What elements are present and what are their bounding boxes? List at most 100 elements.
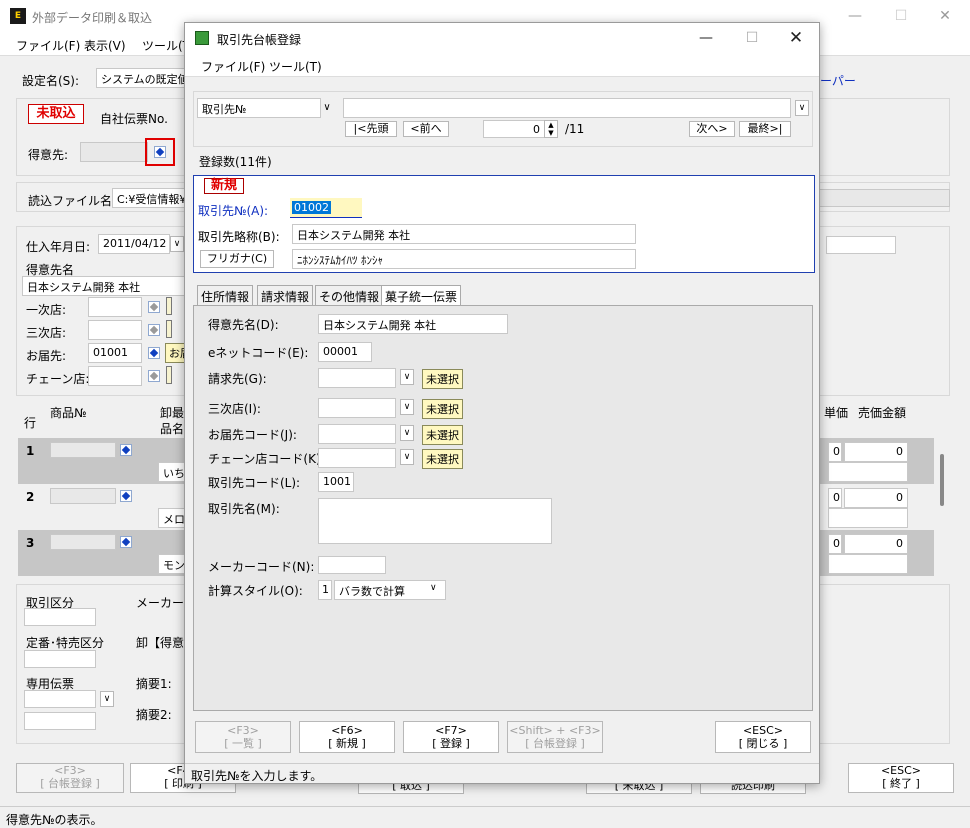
btn-label: [ 登録 ] xyxy=(432,737,470,750)
enet-field[interactable]: 00001 xyxy=(318,342,372,362)
kana-button[interactable]: フリガナ(C) xyxy=(200,250,274,268)
row-lookup-icon[interactable] xyxy=(120,536,132,548)
date-field[interactable]: 2011/04/12 xyxy=(98,234,170,254)
delivery-code-field[interactable] xyxy=(318,424,396,444)
last-record-button[interactable]: 最終>| xyxy=(739,121,791,137)
row-value-2: 0 xyxy=(844,534,908,554)
maximize-button[interactable]: ☐ xyxy=(878,1,924,31)
billing-dropdown-icon[interactable]: ∨ xyxy=(400,369,414,385)
footer-ledger-button[interactable]: <F3>[ 台帳登録 ] xyxy=(16,763,124,793)
maker-code-field[interactable] xyxy=(318,556,386,574)
chain-bar xyxy=(166,366,172,384)
row-lookup-icon[interactable] xyxy=(120,444,132,456)
fixed-special-field[interactable] xyxy=(24,650,96,668)
first-record-button[interactable]: |<先頭 xyxy=(345,121,397,137)
short-name-label: 取引先略称(B): xyxy=(198,230,280,244)
dialog-register-button[interactable]: <F7>[ 登録 ] xyxy=(403,721,499,753)
dialog-menu-file[interactable]: ファイル(F) xyxy=(201,58,265,75)
read-file-label: 読込ファイル名: xyxy=(28,194,117,208)
dedicated-slip-field-2[interactable] xyxy=(24,712,96,730)
id-label: 取引先№(A): xyxy=(198,204,269,218)
dialog-new-button[interactable]: <F6>[ 新規 ] xyxy=(299,721,395,753)
minimize-button[interactable]: — xyxy=(832,1,878,31)
btn-label: [ 台帳登録 ] xyxy=(525,737,585,750)
footer-label: [ 終了 ] xyxy=(882,777,920,790)
calc-num-field[interactable]: 1 xyxy=(318,580,332,600)
row-extra-field xyxy=(828,462,908,482)
link-text[interactable]: ーパー xyxy=(820,72,856,89)
tab-billing[interactable]: 請求情報 xyxy=(257,285,314,305)
next-record-button[interactable]: 次へ> xyxy=(689,121,735,137)
new-badge: 新規 xyxy=(204,178,244,194)
col-amount: 売価金額 xyxy=(858,406,907,420)
tertiary-store-field[interactable] xyxy=(88,320,142,340)
date-dropdown-icon[interactable]: ∨ xyxy=(170,236,184,252)
dialog-list-button[interactable]: <F3>[ 一覧 ] xyxy=(195,721,291,753)
chain-code-dropdown-icon[interactable]: ∨ xyxy=(400,449,414,465)
dialog-ledger-button[interactable]: <Shift> + <F3>[ 台帳登録 ] xyxy=(507,721,603,753)
dialog-titlebar: 取引先台帳登録 — ☐ ✕ xyxy=(185,23,819,53)
tab-confectionery[interactable]: 菓子統一伝票 xyxy=(381,285,462,307)
grid-scrollbar[interactable] xyxy=(940,454,944,506)
partner-code-field[interactable]: 1001 xyxy=(318,472,354,492)
dialog-minimize-button[interactable]: — xyxy=(683,23,729,53)
menu-view[interactable]: 表示(V) xyxy=(84,37,126,54)
tertiary-dropdown-icon[interactable]: ∨ xyxy=(400,399,414,415)
dedicated-slip-field[interactable] xyxy=(24,690,96,708)
primary-store-lookup-icon[interactable] xyxy=(148,301,160,313)
dedicated-slip-dropdown-icon[interactable]: ∨ xyxy=(100,691,114,707)
main-status-text: 得意先№の表示。 xyxy=(6,813,103,827)
tertiary-store-lookup-icon[interactable] xyxy=(148,324,160,336)
partner-name-label: 取引先名(M): xyxy=(208,502,280,516)
dialog-maximize-button[interactable]: ☐ xyxy=(729,23,775,53)
col-itemname: 品名 xyxy=(160,422,185,436)
key-selector-dropdown-icon[interactable]: ∨ xyxy=(319,100,335,116)
tab-other[interactable]: その他情報 xyxy=(315,285,384,305)
chain-field[interactable] xyxy=(88,366,142,386)
chain-lookup-icon[interactable] xyxy=(148,370,160,382)
setting-select[interactable]: システムの既定値 xyxy=(96,68,192,88)
tertiary-field[interactable] xyxy=(318,398,396,418)
dialog-close-action-button[interactable]: <ESC>[ 閉じる ] xyxy=(715,721,811,753)
read-file-field[interactable]: C:¥受信情報¥ xyxy=(112,188,192,208)
row-lookup-icon[interactable] xyxy=(120,490,132,502)
row-number: 3 xyxy=(26,536,35,550)
customer-lookup-icon[interactable] xyxy=(154,146,166,158)
search-value-dropdown-icon[interactable]: ∨ xyxy=(795,100,809,116)
row-value-1: 0 xyxy=(828,534,842,554)
calc-label: 計算スタイル(O): xyxy=(208,584,303,598)
billing-field[interactable] xyxy=(318,368,396,388)
delivery-field[interactable]: 01001 xyxy=(88,343,142,363)
page-field[interactable]: 0 xyxy=(483,120,545,138)
delivery-code-dropdown-icon[interactable]: ∨ xyxy=(400,425,414,441)
menu-file[interactable]: ファイル(F) xyxy=(16,37,80,54)
prev-record-button[interactable]: <前へ xyxy=(403,121,449,137)
chain-code-field[interactable] xyxy=(318,448,396,468)
row-item-field[interactable] xyxy=(50,442,116,458)
delivery-lookup-icon[interactable] xyxy=(148,347,160,359)
btn-key: <ESC> xyxy=(742,724,784,737)
txn-type-field[interactable] xyxy=(24,608,96,626)
partner-name-field[interactable] xyxy=(318,498,552,544)
setting-label: 設定名(S): xyxy=(22,74,80,88)
row-item-field[interactable] xyxy=(50,488,116,504)
kana-field[interactable]: ﾆﾎﾝｼｽﾃﾑｶｲﾊﾂ ﾎﾝｼｬ xyxy=(292,249,636,269)
dialog-status-text: 取引先№を入力します。 xyxy=(191,769,323,783)
row-item-field[interactable] xyxy=(50,534,116,550)
footer-label: [ 台帳登録 ] xyxy=(40,777,100,790)
search-value-field[interactable] xyxy=(343,98,791,118)
page-spin-icon[interactable]: ▲ ▼ xyxy=(544,120,558,138)
primary-store-field[interactable] xyxy=(88,297,142,317)
tab-address[interactable]: 住所情報 xyxy=(197,285,254,305)
row-value-2: 0 xyxy=(844,442,908,462)
dialog-menu-tools[interactable]: ツール(T) xyxy=(269,58,322,75)
key-selector[interactable]: 取引先№ xyxy=(197,98,321,118)
close-button[interactable]: ✕ xyxy=(922,1,968,31)
dialog-close-button[interactable]: ✕ xyxy=(773,23,819,53)
cust-name-field[interactable]: 日本システム開発 本社 xyxy=(318,314,508,334)
id-field[interactable]: 01002 xyxy=(290,198,362,218)
short-name-field[interactable]: 日本システム開発 本社 xyxy=(292,224,636,244)
btn-label: [ 閉じる ] xyxy=(738,737,788,750)
footer-exit-button[interactable]: <ESC>[ 終了 ] xyxy=(848,763,954,793)
enet-label: eネットコード(E): xyxy=(208,346,309,360)
